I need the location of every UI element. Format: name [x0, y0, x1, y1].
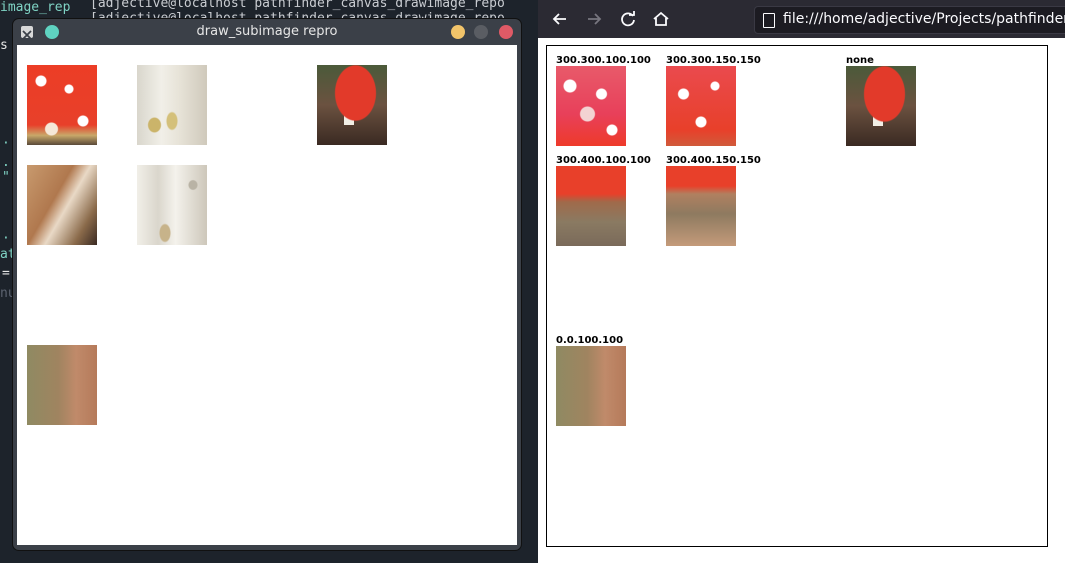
maximize-button[interactable] — [474, 25, 488, 39]
terminal-fragment: s — [0, 38, 8, 53]
canvas-full-mushroom — [846, 66, 916, 146]
terminal-fragment: . — [2, 155, 10, 170]
subimage-red-cap — [27, 65, 97, 145]
close-button[interactable] — [499, 25, 513, 39]
page-icon — [763, 13, 775, 28]
html-canvas: 300.300.100.100 300.300.150.150 none 300… — [546, 45, 1048, 547]
reload-button[interactable] — [618, 9, 638, 29]
label-300-400-100-100: 300.400.100.100 — [556, 155, 651, 166]
subimage-full-mushroom — [317, 65, 387, 145]
terminal-fragment: image_rep — [0, 0, 71, 15]
url-bar[interactable]: file:///home/adjective/Projects/pathfind… — [754, 6, 1065, 34]
forward-button[interactable] — [584, 9, 604, 29]
terminal-line: [adjective@localhost pathfinder_canvas_d… — [90, 0, 505, 11]
browser-content: 300.300.100.100 300.300.150.150 none 300… — [538, 38, 1065, 563]
canvas-blur-square — [556, 346, 626, 426]
minimize-button[interactable] — [451, 25, 465, 39]
subimage-blurred-stem — [27, 165, 97, 245]
label-0-0-100-100: 0.0.100.100 — [556, 335, 624, 346]
browser-toolbar: file:///home/adjective/Projects/pathfind… — [538, 0, 1065, 38]
terminal-fragment: · — [2, 231, 10, 246]
canvas-cap-blur-2 — [666, 166, 736, 246]
subimage-blur-square — [27, 345, 97, 425]
terminal-fragment: · — [2, 136, 10, 151]
canvas-cap-blur-1 — [556, 166, 626, 246]
label-300-300-150-150: 300.300.150.150 — [666, 55, 761, 66]
terminal-fragment: = — [2, 266, 10, 281]
subimage-bark-2 — [137, 165, 207, 245]
url-text: file:///home/adjective/Projects/pathfind… — [783, 11, 1065, 27]
canvas-red-cap-2 — [666, 66, 736, 146]
canvas-red-cap-1 — [556, 66, 626, 146]
window-titlebar[interactable]: draw_subimage repro — [13, 19, 521, 45]
draw-subimage-window: draw_subimage repro — [13, 19, 521, 550]
window-title: draw_subimage repro — [196, 24, 338, 39]
back-button[interactable] — [550, 9, 570, 29]
terminal-fragment: " — [2, 170, 10, 185]
label-300-300-100-100: 300.300.100.100 — [556, 55, 651, 66]
label-none: none — [846, 55, 874, 66]
label-300-400-150-150: 300.400.150.150 — [666, 155, 761, 166]
home-button[interactable] — [651, 9, 671, 29]
subimage-bark — [137, 65, 207, 145]
draw-canvas — [17, 45, 517, 545]
browser-window: file:///home/adjective/Projects/pathfind… — [538, 0, 1065, 563]
